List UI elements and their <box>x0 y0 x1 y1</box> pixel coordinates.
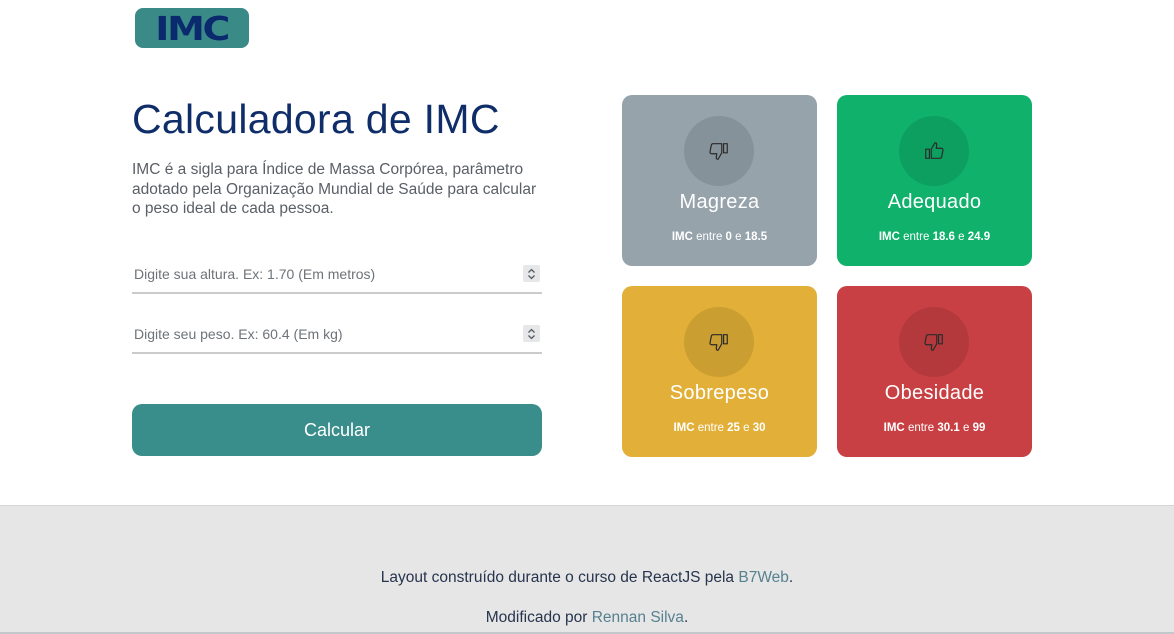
card-obesidade: Obesidade IMC entre 30.1 e 99 <box>837 286 1032 457</box>
card-sobrepeso: Sobrepeso IMC entre 25 e 30 <box>622 286 817 457</box>
author-link[interactable]: Rennan Silva <box>592 609 684 626</box>
card-range: IMC entre 30.1 e 99 <box>883 422 986 434</box>
footer-modified-line: Modificado por Rennan Silva. <box>485 609 689 626</box>
footer: Layout construído durante o curso de Rea… <box>0 505 1174 634</box>
weight-field <box>132 316 542 354</box>
stepper-arrows-icon <box>528 268 535 279</box>
card-icon-circle <box>899 307 969 377</box>
card-range: IMC entre 18.6 e 24.9 <box>878 231 991 243</box>
stepper-arrows-icon <box>528 328 535 339</box>
thumbs-down-icon <box>709 334 728 351</box>
weight-stepper[interactable] <box>523 325 540 342</box>
card-range: IMC entre 25 e 30 <box>673 422 766 434</box>
weight-input[interactable] <box>132 316 514 352</box>
height-input[interactable] <box>132 256 514 292</box>
card-icon-circle <box>684 307 754 377</box>
card-icon-circle <box>684 116 754 186</box>
card-title: Adequado <box>887 191 982 213</box>
card-title: Magreza <box>679 191 760 213</box>
logo: IMC <box>135 8 249 48</box>
b7web-link[interactable]: B7Web <box>738 569 789 586</box>
thumbs-down-icon <box>709 143 728 160</box>
logo-text: IMC <box>155 8 231 48</box>
footer-credit-line: Layout construído durante o curso de Rea… <box>380 569 794 586</box>
card-magreza: Magreza IMC entre 0 e 18.5 <box>622 95 817 266</box>
card-title: Obesidade <box>884 382 985 404</box>
card-icon-circle <box>899 116 969 186</box>
card-range: IMC entre 0 e 18.5 <box>671 231 768 243</box>
calculate-button[interactable]: Calcular <box>132 404 542 456</box>
thumbs-up-icon <box>925 142 944 159</box>
card-adequado: Adequado IMC entre 18.6 e 24.9 <box>837 95 1032 266</box>
card-title: Sobrepeso <box>669 382 770 404</box>
height-field <box>132 256 542 294</box>
page-description: IMC é a sigla para Índice de Massa Corpó… <box>132 161 537 217</box>
page-title: Calculadora de IMC <box>132 96 500 142</box>
height-stepper[interactable] <box>523 265 540 282</box>
thumbs-down-icon <box>924 334 943 351</box>
